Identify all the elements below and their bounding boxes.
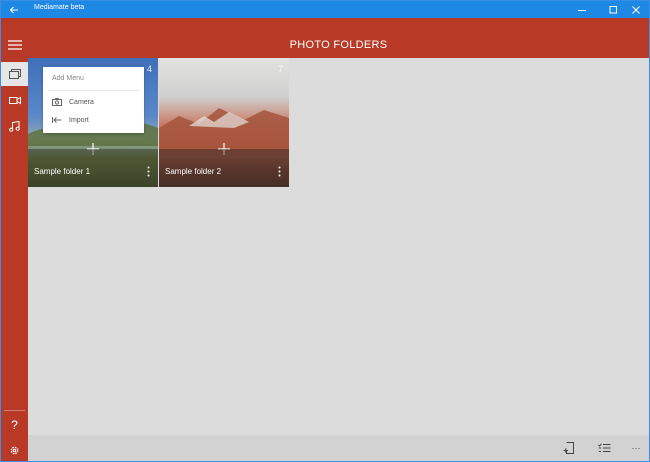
menu-divider [48, 90, 139, 91]
menu-item-import[interactable]: Import [48, 113, 139, 127]
settings-button[interactable] [1, 438, 28, 461]
folder-tile-2[interactable]: 7 Sample folder 2 [159, 58, 289, 187]
folder-count: 4 [146, 64, 152, 74]
video-camera-icon [8, 96, 21, 104]
minimize-icon [578, 9, 586, 11]
more-icon: ··· [631, 443, 641, 453]
page-title: PHOTO FOLDERS [289, 39, 388, 51]
help-icon: ? [11, 418, 18, 432]
menu-item-label: Camera [69, 98, 94, 106]
maximize-icon [609, 5, 617, 13]
nav-item-music[interactable] [1, 114, 28, 138]
add-menu-popup: Add Menu Camera Import [43, 67, 144, 133]
select-button[interactable] [593, 439, 615, 457]
close-button[interactable] [622, 1, 649, 18]
music-icon [9, 120, 20, 132]
folder-more-button[interactable] [144, 164, 152, 178]
close-icon [631, 5, 640, 14]
menu-item-label: Import [69, 116, 89, 124]
side-nav: ? [1, 18, 28, 461]
folder-name: Sample folder 1 [34, 167, 91, 176]
folder-name: Sample folder 2 [165, 167, 222, 176]
back-arrow-icon [9, 6, 18, 13]
new-folder-icon [563, 442, 574, 454]
vertical-ellipsis-icon [147, 166, 149, 176]
hamburger-menu-icon [7, 40, 22, 50]
help-button[interactable]: ? [1, 413, 28, 437]
folder-count: 7 [277, 64, 283, 74]
add-menu-title: Add Menu [52, 75, 84, 82]
vertical-ellipsis-icon [278, 166, 280, 176]
back-button[interactable] [1, 1, 27, 18]
photos-icon [8, 69, 21, 79]
menu-item-camera[interactable]: Camera [48, 95, 139, 109]
command-bar: ··· [28, 435, 649, 461]
hamburger-button[interactable] [1, 33, 28, 57]
page-header: PHOTO FOLDERS [28, 18, 649, 58]
window-title: Mediamate beta [34, 4, 85, 11]
title-bar: Mediamate beta [1, 1, 649, 18]
nav-item-photos[interactable] [1, 62, 28, 86]
folder-more-button[interactable] [275, 164, 283, 178]
import-icon [50, 115, 64, 125]
new-folder-button[interactable] [558, 439, 580, 457]
more-button[interactable]: ··· [625, 439, 647, 457]
gear-icon [10, 446, 19, 454]
app-window: Mediamate beta ? PHOTO FOLDERS 4 Sample … [0, 0, 650, 462]
nav-item-videos[interactable] [1, 88, 28, 112]
select-list-icon [597, 443, 610, 452]
camera-icon [50, 97, 64, 107]
nav-divider [4, 410, 25, 411]
minimize-button[interactable] [567, 1, 597, 18]
